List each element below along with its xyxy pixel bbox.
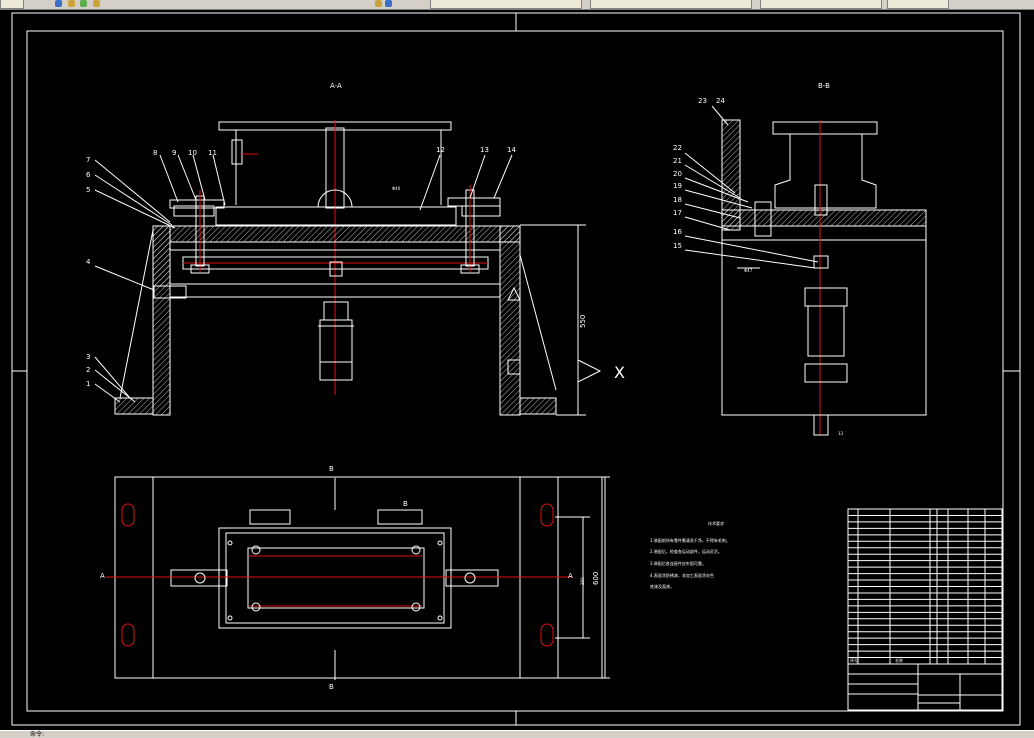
undo-icon[interactable] xyxy=(68,0,75,7)
svg-text:21: 21 xyxy=(673,157,682,165)
svg-text:2: 2 xyxy=(86,366,90,374)
svg-text:10: 10 xyxy=(188,149,197,157)
save-icon[interactable] xyxy=(55,0,62,7)
title-label-1: 序号 xyxy=(850,657,858,663)
svg-text:17: 17 xyxy=(673,209,682,217)
svg-text:12: 12 xyxy=(436,146,445,154)
svg-text:7: 7 xyxy=(86,156,90,164)
svg-text:1.装配前所有零件需清洗干净，不得有毛刺。: 1.装配前所有零件需清洗干净，不得有毛刺。 xyxy=(650,537,730,543)
svg-text:19: 19 xyxy=(673,182,682,190)
svg-text:4.表面涂防锈漆，非加工表面涂灰色: 4.表面涂防锈漆，非加工表面涂灰色 xyxy=(650,572,714,578)
svg-text:16: 16 xyxy=(673,228,682,236)
drawing-canvas[interactable]: A-A 550 X Φ40 7 6 5 4 3 2 1 8 9 10 11 12… xyxy=(0,10,1034,730)
svg-text:18: 18 xyxy=(673,196,682,204)
svg-text:底漆及面漆。: 底漆及面漆。 xyxy=(650,583,674,589)
svg-text:9: 9 xyxy=(172,149,176,157)
svg-text:3.装配后各连接件应牢固可靠。: 3.装配后各连接件应牢固可靠。 xyxy=(650,560,706,566)
svg-text:6: 6 xyxy=(86,171,91,179)
svg-text:20: 20 xyxy=(673,170,682,178)
view-mark-b-bottom: B xyxy=(329,683,334,691)
svg-text:14: 14 xyxy=(507,146,516,154)
section-aa-view: 550 X Φ40 xyxy=(94,120,625,416)
tech-notes-title: 技术要求 xyxy=(708,520,724,526)
svg-text:11: 11 xyxy=(208,149,217,157)
zoom-icon[interactable] xyxy=(385,0,392,7)
plan-view: 260 600 A A B B B xyxy=(100,465,610,691)
section-aa-label: A-A xyxy=(330,82,342,90)
dim-side-13: 13 xyxy=(838,431,844,436)
svg-text:4: 4 xyxy=(86,258,91,266)
section-bb-label: B-B xyxy=(818,82,830,90)
bill-of-materials xyxy=(847,508,1003,665)
view-mark-a-left: A xyxy=(100,572,105,580)
view-mark-a-right: A xyxy=(568,572,573,580)
dim-height-550: 550 xyxy=(579,315,587,328)
svg-text:2.装配后，检查各运动部件，运动灵活。: 2.装配后，检查各运动部件，运动灵活。 xyxy=(650,548,722,554)
section-bb-view: Φ47 13 xyxy=(684,105,927,436)
dim-inner-260: 260 xyxy=(580,577,585,585)
dim-phi47: Φ47 xyxy=(744,268,753,273)
svg-text:24: 24 xyxy=(716,97,725,105)
svg-text:3: 3 xyxy=(86,353,90,361)
dim-phi40: Φ40 xyxy=(392,186,401,191)
svg-text:1: 1 xyxy=(86,380,90,388)
svg-text:5: 5 xyxy=(86,186,90,194)
layer-icon[interactable] xyxy=(93,0,100,7)
svg-text:13: 13 xyxy=(480,146,489,154)
tech-notes: 技术要求 1.装配前所有零件需清洗干净，不得有毛刺。 2.装配后，检查各运动部件… xyxy=(650,520,730,589)
svg-text:23: 23 xyxy=(698,97,707,105)
dim-width-600: 600 xyxy=(592,572,600,585)
toolbar xyxy=(0,0,1034,10)
view-mark-b-top: B xyxy=(329,465,334,473)
title-label-2: 名称 xyxy=(895,657,903,663)
svg-text:22: 22 xyxy=(673,144,682,152)
layer-dropdown[interactable] xyxy=(430,0,582,9)
title-block: 序号 名称 xyxy=(847,657,1003,711)
linetype-dropdown[interactable] xyxy=(590,0,752,9)
callouts-left: 7 6 5 4 3 2 1 xyxy=(86,156,91,388)
lineweight-dropdown[interactable] xyxy=(760,0,882,9)
redo-icon[interactable] xyxy=(80,0,87,7)
view-mark-b-right: B xyxy=(403,500,408,508)
x-marker: X xyxy=(614,363,625,382)
plotstyle-dropdown[interactable] xyxy=(887,0,949,9)
toolbar-button[interactable] xyxy=(0,0,24,9)
pan-icon[interactable] xyxy=(375,0,382,7)
svg-text:15: 15 xyxy=(673,242,682,250)
cad-drawing: A-A 550 X Φ40 7 6 5 4 3 2 1 8 9 10 11 12… xyxy=(11,12,1021,726)
svg-text:8: 8 xyxy=(153,149,157,157)
